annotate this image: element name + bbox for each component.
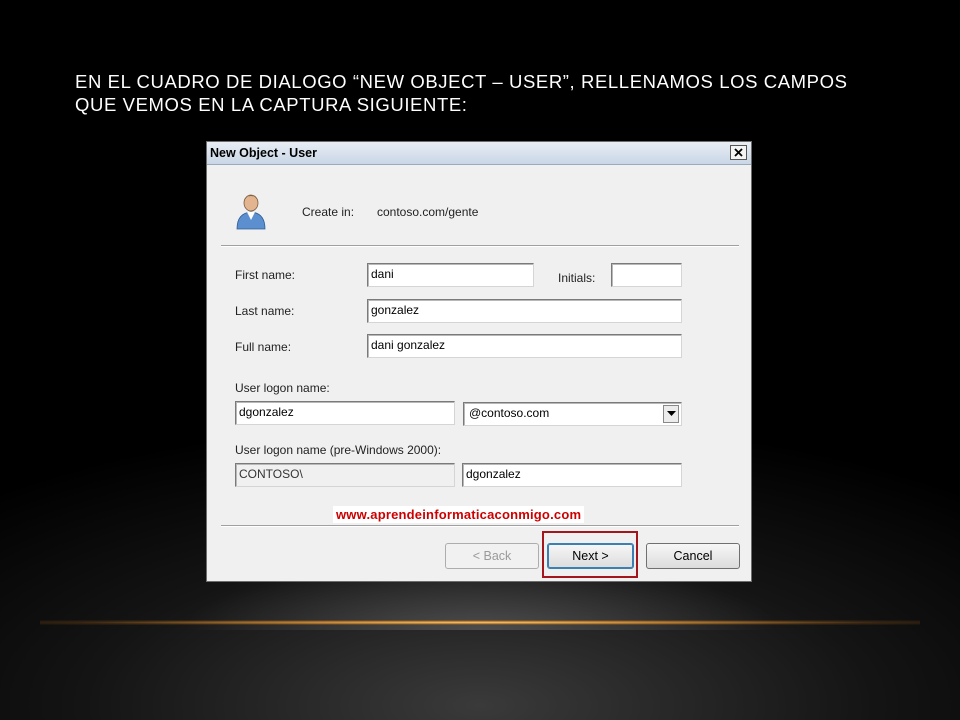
full-name-field[interactable]: dani gonzalez — [367, 334, 682, 358]
next-button-highlight — [542, 531, 638, 578]
last-name-label: Last name: — [235, 304, 295, 318]
divider — [221, 525, 739, 527]
close-button[interactable] — [730, 145, 747, 160]
chevron-down-icon — [667, 411, 676, 416]
initials-label: Initials: — [558, 271, 596, 285]
back-button[interactable]: < Back — [445, 543, 539, 569]
user-icon — [236, 194, 266, 230]
logon-domain-dropdown-button[interactable] — [663, 405, 679, 423]
logon-domain-select[interactable]: @contoso.com — [463, 402, 682, 426]
first-name-label: First name: — [235, 268, 296, 282]
full-name-label: Full name: — [235, 340, 292, 354]
first-name-field[interactable]: dani — [367, 263, 534, 287]
close-icon — [734, 148, 743, 157]
watermark-url: www.aprendeinformaticaconmigo.com — [333, 506, 585, 523]
create-in-label: Create in: — [302, 205, 355, 219]
dialog-titlebar[interactable]: New Object - User — [207, 142, 751, 165]
last-name-field[interactable]: gonzalez — [367, 299, 682, 323]
divider — [221, 245, 739, 247]
user-logon-name-field[interactable]: dgonzalez — [235, 401, 455, 425]
slide-title: EN EL CUADRO DE DIALOGO “NEW OBJECT – US… — [75, 71, 848, 115]
new-object-user-dialog: New Object - User Create in: contoso.com… — [206, 141, 752, 582]
pre-windows-2000-label: User logon name (pre-Windows 2000): — [235, 443, 442, 457]
create-in-value: contoso.com/gente — [377, 205, 479, 219]
dialog-title: New Object - User — [210, 146, 317, 160]
logon-domain-value: @contoso.com — [469, 406, 550, 420]
user-logon-name-label: User logon name: — [235, 381, 330, 395]
cancel-button[interactable]: Cancel — [646, 543, 740, 569]
initials-field[interactable] — [611, 263, 682, 287]
pre-windows-2000-logon-field[interactable]: dgonzalez — [462, 463, 682, 487]
decorative-glow-line — [40, 620, 920, 625]
pre-windows-2000-domain-field: CONTOSO\ — [235, 463, 455, 487]
